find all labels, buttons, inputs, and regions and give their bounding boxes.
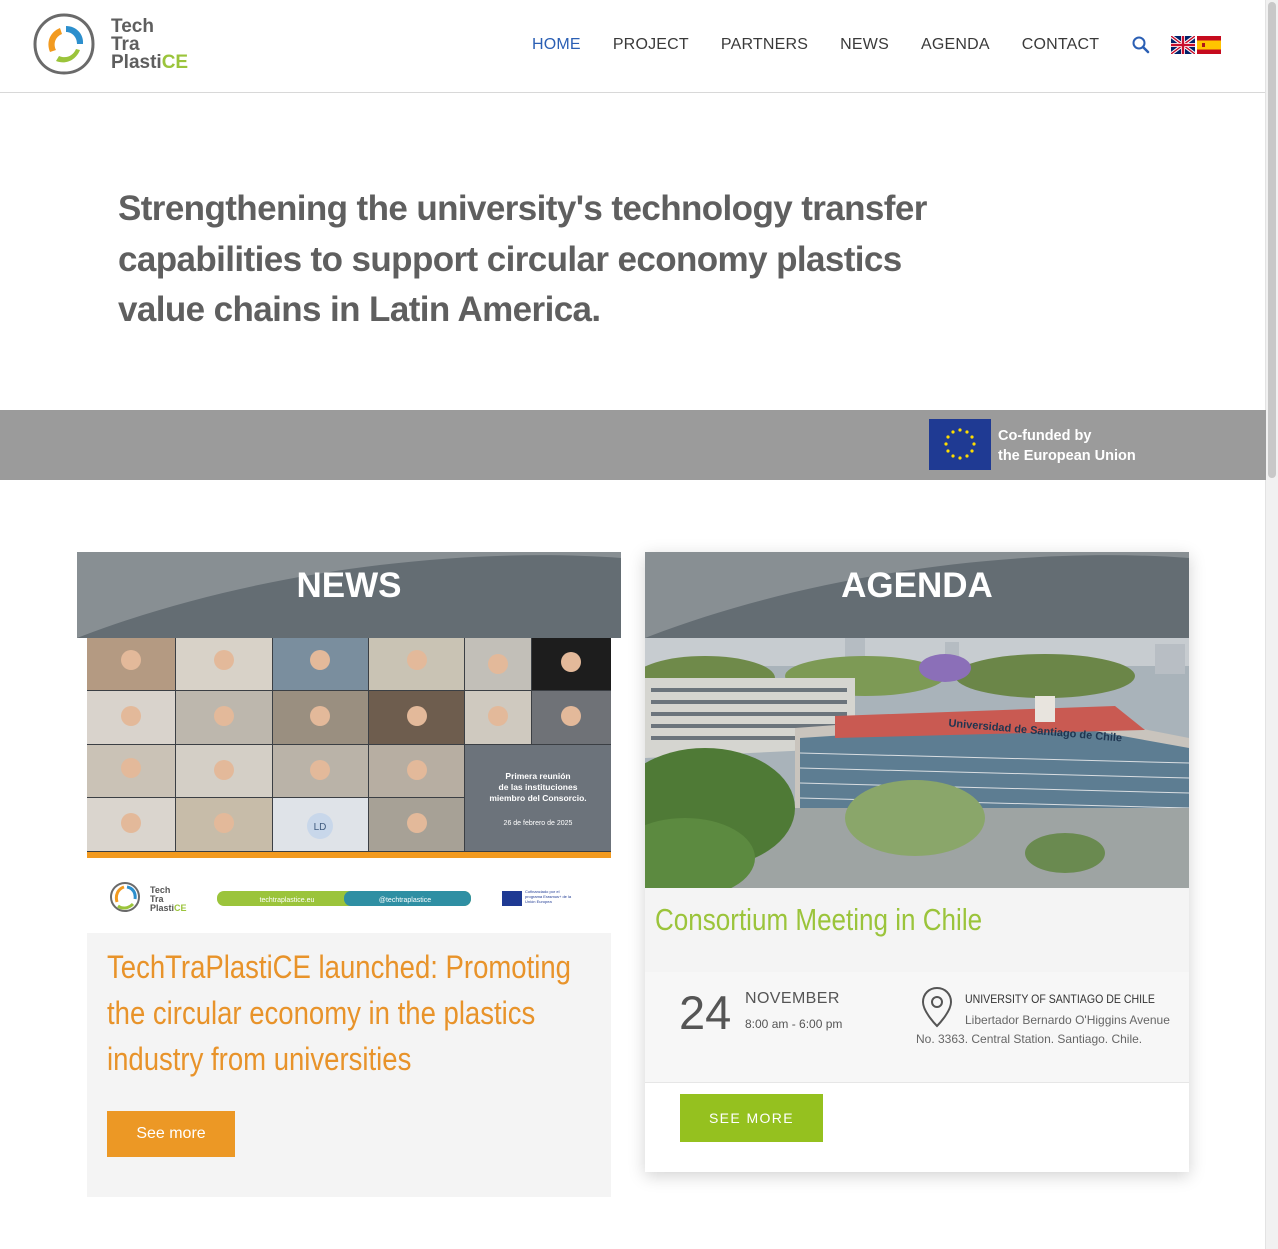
nav-agenda[interactable]: AGENDA xyxy=(921,36,990,54)
event-day: 24 xyxy=(679,986,732,1039)
mini-logo-line-3-a: Plasti xyxy=(150,903,174,913)
agenda-image[interactable]: Universidad de Santiago de Chile xyxy=(645,638,1189,888)
scrollbar-thumb[interactable] xyxy=(1268,2,1276,478)
news-image-graphic: LD Primera reunión de las instituciones … xyxy=(87,638,611,913)
page-scrollbar[interactable] xyxy=(1265,0,1278,1249)
mini-logo-line-3: PlastiCE xyxy=(150,903,187,913)
event-address: Libertador Bernardo O'Higgins Avenue No.… xyxy=(916,1013,1170,1046)
spain-flag-icon[interactable] xyxy=(1197,36,1221,54)
agenda-see-more-button[interactable]: SEE MORE xyxy=(680,1094,823,1142)
hero-statement: Strengthening the university's technolog… xyxy=(118,189,927,329)
news-heading: NEWS xyxy=(296,566,402,605)
nav-partners[interactable]: PARTNERS xyxy=(721,36,808,54)
news-section-header: NEWS xyxy=(77,552,621,638)
eu-funding-text: Co-funded by the European Union xyxy=(998,426,1136,466)
site-logo[interactable]: Tech Tra PlastiCE xyxy=(32,12,212,78)
footer-eu-text: Cofinanciado por el programa Erasmus+ de… xyxy=(525,889,572,904)
event-time: 8:00 am - 6:00 pm xyxy=(745,1017,843,1031)
nav-news[interactable]: NEWS xyxy=(840,36,889,54)
logo-wordmark: Tech Tra PlastiCE xyxy=(111,17,189,73)
mini-logo-line-3-b: CE xyxy=(174,903,187,913)
eu-line-2: the European Union xyxy=(998,448,1136,464)
footer-handle: @techtraplastice xyxy=(379,897,431,904)
caption-line-3: miembro del Consorcio. xyxy=(489,793,586,803)
nav-home[interactable]: HOME xyxy=(532,36,581,54)
logo-line-3-b: CE xyxy=(161,52,189,73)
participant-initials: LD xyxy=(314,822,327,833)
event-venue: UNIVERSITY OF SANTIAGO DE CHILE xyxy=(965,992,1155,1006)
eu-line-1: Co-funded by xyxy=(998,428,1092,444)
agenda-image-graphic: Universidad de Santiago de Chile xyxy=(645,638,1189,888)
agenda-event-title[interactable]: Consortium Meeting in Chile xyxy=(655,900,982,940)
nav-contact[interactable]: CONTACT xyxy=(1022,36,1100,54)
logo-mark-icon xyxy=(33,13,95,75)
nav-project[interactable]: PROJECT xyxy=(613,36,689,54)
agenda-section-header: AGENDA xyxy=(645,552,1189,638)
caption-line-2: de las instituciones xyxy=(499,782,578,792)
footer-eu-label: Cofinanciado por el programa Erasmus+ de… xyxy=(525,889,572,904)
news-article-title[interactable]: TechTraPlastiCE launched: Promoting the … xyxy=(107,944,597,1082)
uk-flag-icon[interactable] xyxy=(1171,36,1195,54)
event-month: NOVEMBER xyxy=(745,990,840,1007)
news-image[interactable]: LD Primera reunión de las instituciones … xyxy=(87,638,611,933)
footer-url: techtraplastice.eu xyxy=(260,897,315,904)
main-nav: HOME PROJECT PARTNERS NEWS AGENDA CONTAC… xyxy=(532,36,1131,54)
news-see-more-button[interactable]: See more xyxy=(107,1111,235,1157)
logo-line-3: PlastiCE xyxy=(111,52,189,73)
search-icon[interactable] xyxy=(1131,35,1151,55)
caption-line-1: Primera reunión xyxy=(505,771,570,781)
logo-line-3-a: Plasti xyxy=(111,52,162,73)
agenda-heading: AGENDA xyxy=(841,566,993,605)
eu-flag-icon xyxy=(929,419,991,470)
language-switcher xyxy=(1171,36,1223,54)
caption-date: 26 de febrero de 2025 xyxy=(504,820,573,827)
site-header: Tech Tra PlastiCE HOME PROJECT PARTNERS … xyxy=(0,0,1266,93)
